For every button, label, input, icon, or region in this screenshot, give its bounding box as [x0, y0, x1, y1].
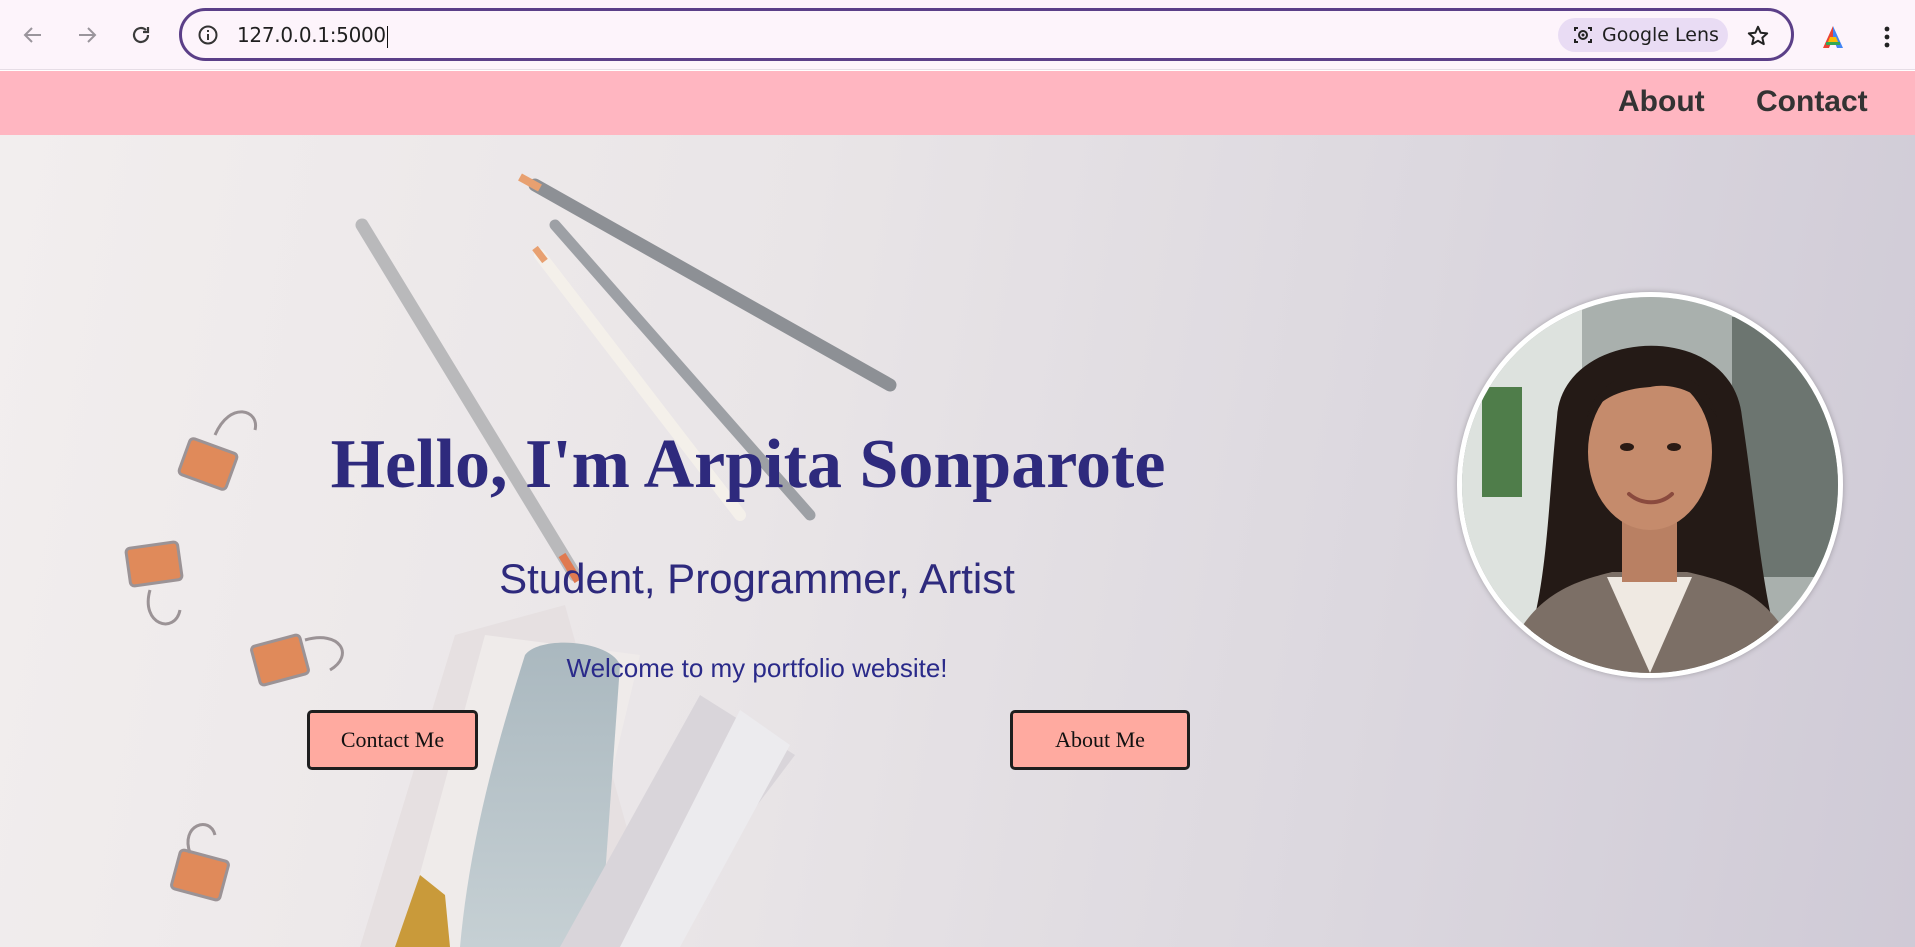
- profile-icon: [1823, 26, 1843, 48]
- hero-section: Hello, I'm Arpita Sonparote Student, Pro…: [0, 135, 1915, 947]
- nav-link-contact[interactable]: Contact: [1756, 85, 1868, 119]
- welcome-message: Welcome to my portfolio website!: [566, 653, 948, 683]
- star-icon: [1747, 25, 1769, 46]
- contact-me-button[interactable]: Contact Me: [307, 710, 478, 770]
- hero-title: Hello, I'm Arpita Sonparote: [330, 426, 1166, 503]
- browser-menu-button[interactable]: [1872, 20, 1902, 54]
- google-lens-button[interactable]: Google Lens: [1558, 18, 1728, 52]
- back-button[interactable]: [13, 15, 53, 55]
- camera-lens-icon: [1574, 27, 1592, 43]
- forward-button[interactable]: [67, 15, 107, 55]
- profile-button[interactable]: [1816, 20, 1850, 54]
- address-bar[interactable]: 127.0.0.1:5000 Google Lens: [179, 8, 1794, 61]
- portrait-image: [1462, 297, 1838, 673]
- url-text[interactable]: 127.0.0.1:5000: [237, 23, 388, 48]
- pencil-illustration: [355, 173, 897, 584]
- bookmark-button[interactable]: [1743, 21, 1773, 51]
- forward-arrow-icon: [79, 27, 97, 43]
- info-icon: [198, 25, 218, 45]
- about-me-button[interactable]: About Me: [1010, 710, 1190, 770]
- profile-photo: [1457, 292, 1843, 678]
- site-navbar: About Contact: [0, 71, 1915, 135]
- site-info-button[interactable]: [196, 23, 220, 47]
- google-lens-label: Google Lens: [1602, 24, 1719, 46]
- reload-icon: [132, 26, 150, 44]
- browser-toolbar: 127.0.0.1:5000 Google Lens: [0, 0, 1915, 70]
- back-arrow-icon: [23, 27, 41, 43]
- kebab-menu-icon: [1884, 26, 1890, 48]
- hero-subtitle: Student, Programmer, Artist: [499, 555, 1015, 602]
- nav-link-about[interactable]: About: [1618, 85, 1705, 119]
- webpage: About Contact Hello, I'm Arpita Sonparot…: [0, 71, 1915, 947]
- reload-button[interactable]: [121, 15, 161, 55]
